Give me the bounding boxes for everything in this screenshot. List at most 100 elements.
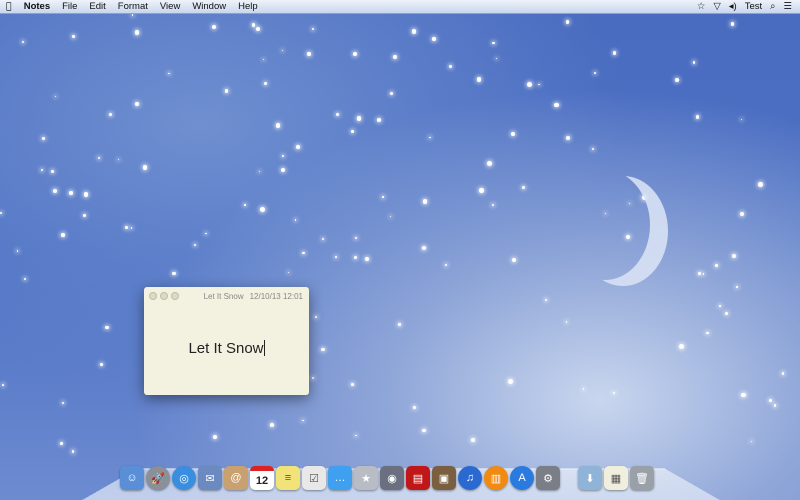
snowflake (282, 49, 284, 52)
dock-calendar-icon[interactable]: 12 (250, 466, 274, 490)
snowflake (544, 298, 548, 302)
snowflake (413, 405, 417, 409)
snowflake (393, 54, 397, 59)
menu-window[interactable]: Window (186, 1, 232, 12)
dock-safari-icon[interactable]: ◎ (172, 466, 196, 490)
close-button[interactable] (149, 292, 157, 300)
dock-messages-icon[interactable]: … (328, 466, 352, 490)
snowflake (741, 392, 747, 398)
dock-mail-icon[interactable]: ✉ (198, 466, 222, 490)
snowflake (194, 243, 197, 246)
snowflake (282, 155, 285, 158)
dock-iphoto-icon[interactable]: ▣ (432, 466, 456, 490)
snowflake (351, 130, 355, 133)
snowflake (719, 305, 721, 307)
snowflake (773, 403, 777, 407)
snowflake (23, 278, 26, 281)
snowflake (495, 57, 497, 59)
notification-center-icon[interactable]: ☰ (783, 1, 792, 12)
snowflake (312, 377, 314, 379)
snowflake (335, 256, 338, 258)
dock-ibooks-icon[interactable]: ▥ (484, 466, 508, 490)
snowflake (301, 251, 305, 255)
dock-reminders-icon[interactable]: ☑ (302, 466, 326, 490)
note-text-area[interactable]: Let It Snow (144, 340, 309, 357)
apple-menu-icon[interactable]:  (0, 1, 18, 12)
dock-contacts-icon[interactable]: @ (224, 466, 248, 490)
dock-trash-icon[interactable]: 🗑 (630, 466, 654, 490)
minimize-button[interactable] (160, 292, 168, 300)
snowflake (521, 186, 526, 190)
snowflake (83, 192, 89, 197)
dock-facetime-icon[interactable]: ◉ (380, 466, 404, 490)
dock-documents-stack-icon[interactable]: ▦ (604, 466, 628, 490)
wifi-icon[interactable]: ▽ (713, 1, 720, 12)
snowflake (54, 95, 57, 98)
note-window[interactable]: Let It Snow 12/10/13 12:01 Let It Snow (144, 287, 309, 395)
snowflake (270, 423, 275, 428)
dock-launchpad-icon[interactable]: 🚀 (146, 466, 170, 490)
dock-photo-booth-icon[interactable]: ▤ (406, 466, 430, 490)
snowflake (108, 112, 113, 117)
snowflake (565, 19, 570, 24)
dock-finder-icon[interactable]: ☺ (120, 466, 144, 490)
zoom-button[interactable] (171, 292, 179, 300)
menu-format[interactable]: Format (112, 1, 154, 12)
dock-star-app-icon[interactable]: ★ (354, 466, 378, 490)
snowflake (251, 23, 256, 27)
dock-system-preferences-icon[interactable]: ⚙ (536, 466, 560, 490)
snowflake (205, 232, 207, 234)
menu-app-notes[interactable]: Notes (18, 1, 56, 12)
snowflake (731, 253, 736, 258)
menu-edit[interactable]: Edit (83, 1, 111, 12)
user-menu[interactable]: Test (745, 1, 762, 12)
snowflake (335, 112, 339, 116)
snowflake (125, 226, 129, 230)
snowflake (566, 135, 571, 140)
snowflake (259, 206, 265, 212)
note-body[interactable]: Let It Snow (188, 340, 263, 357)
snowflake (479, 187, 484, 193)
dock-itunes-icon[interactable]: ♫ (458, 466, 482, 490)
snowflake (354, 255, 358, 259)
spotlight-search-icon[interactable]: ⌕ (770, 1, 775, 12)
volume-icon[interactable]: ◂) (729, 1, 737, 12)
snowflake (389, 91, 394, 95)
snowflake (758, 182, 763, 187)
dock-notes-icon[interactable]: ≡ (276, 466, 300, 490)
moon-wallpaper-decoration (560, 170, 650, 280)
snowflake (476, 77, 482, 82)
menu-bar:  Notes File Edit Format View Window Hel… (0, 0, 800, 14)
snowflake (255, 26, 260, 31)
snowflake (492, 41, 495, 44)
snowflake (314, 315, 317, 318)
star-menu-icon[interactable]: ☆ (697, 1, 706, 12)
desktop-wallpaper (0, 0, 800, 500)
snowflake (61, 233, 65, 237)
snowflake (244, 204, 246, 206)
snowflake (51, 170, 55, 174)
snowflake (262, 58, 264, 61)
snowflake (2, 384, 5, 386)
text-cursor (263, 340, 265, 356)
snowflake (356, 116, 362, 122)
snowflake (40, 168, 43, 171)
snowflake (781, 372, 785, 375)
snowflake (751, 440, 753, 442)
snowflake (71, 449, 75, 453)
menu-help[interactable]: Help (232, 1, 264, 12)
dock-downloads-folder-icon[interactable]: ⬇ (578, 466, 602, 490)
snowflake (53, 188, 58, 193)
snowflake (287, 271, 289, 273)
menu-file[interactable]: File (56, 1, 83, 12)
snowflake (705, 331, 709, 335)
snowflake (487, 160, 493, 166)
snowflake (389, 215, 391, 217)
dock-app-store-icon[interactable]: A (510, 466, 534, 490)
snowflake (382, 196, 384, 198)
snowflake (134, 30, 140, 35)
menu-view[interactable]: View (154, 1, 186, 12)
snowflake (674, 78, 679, 83)
snowflake (72, 34, 75, 38)
snowflake (422, 199, 428, 205)
